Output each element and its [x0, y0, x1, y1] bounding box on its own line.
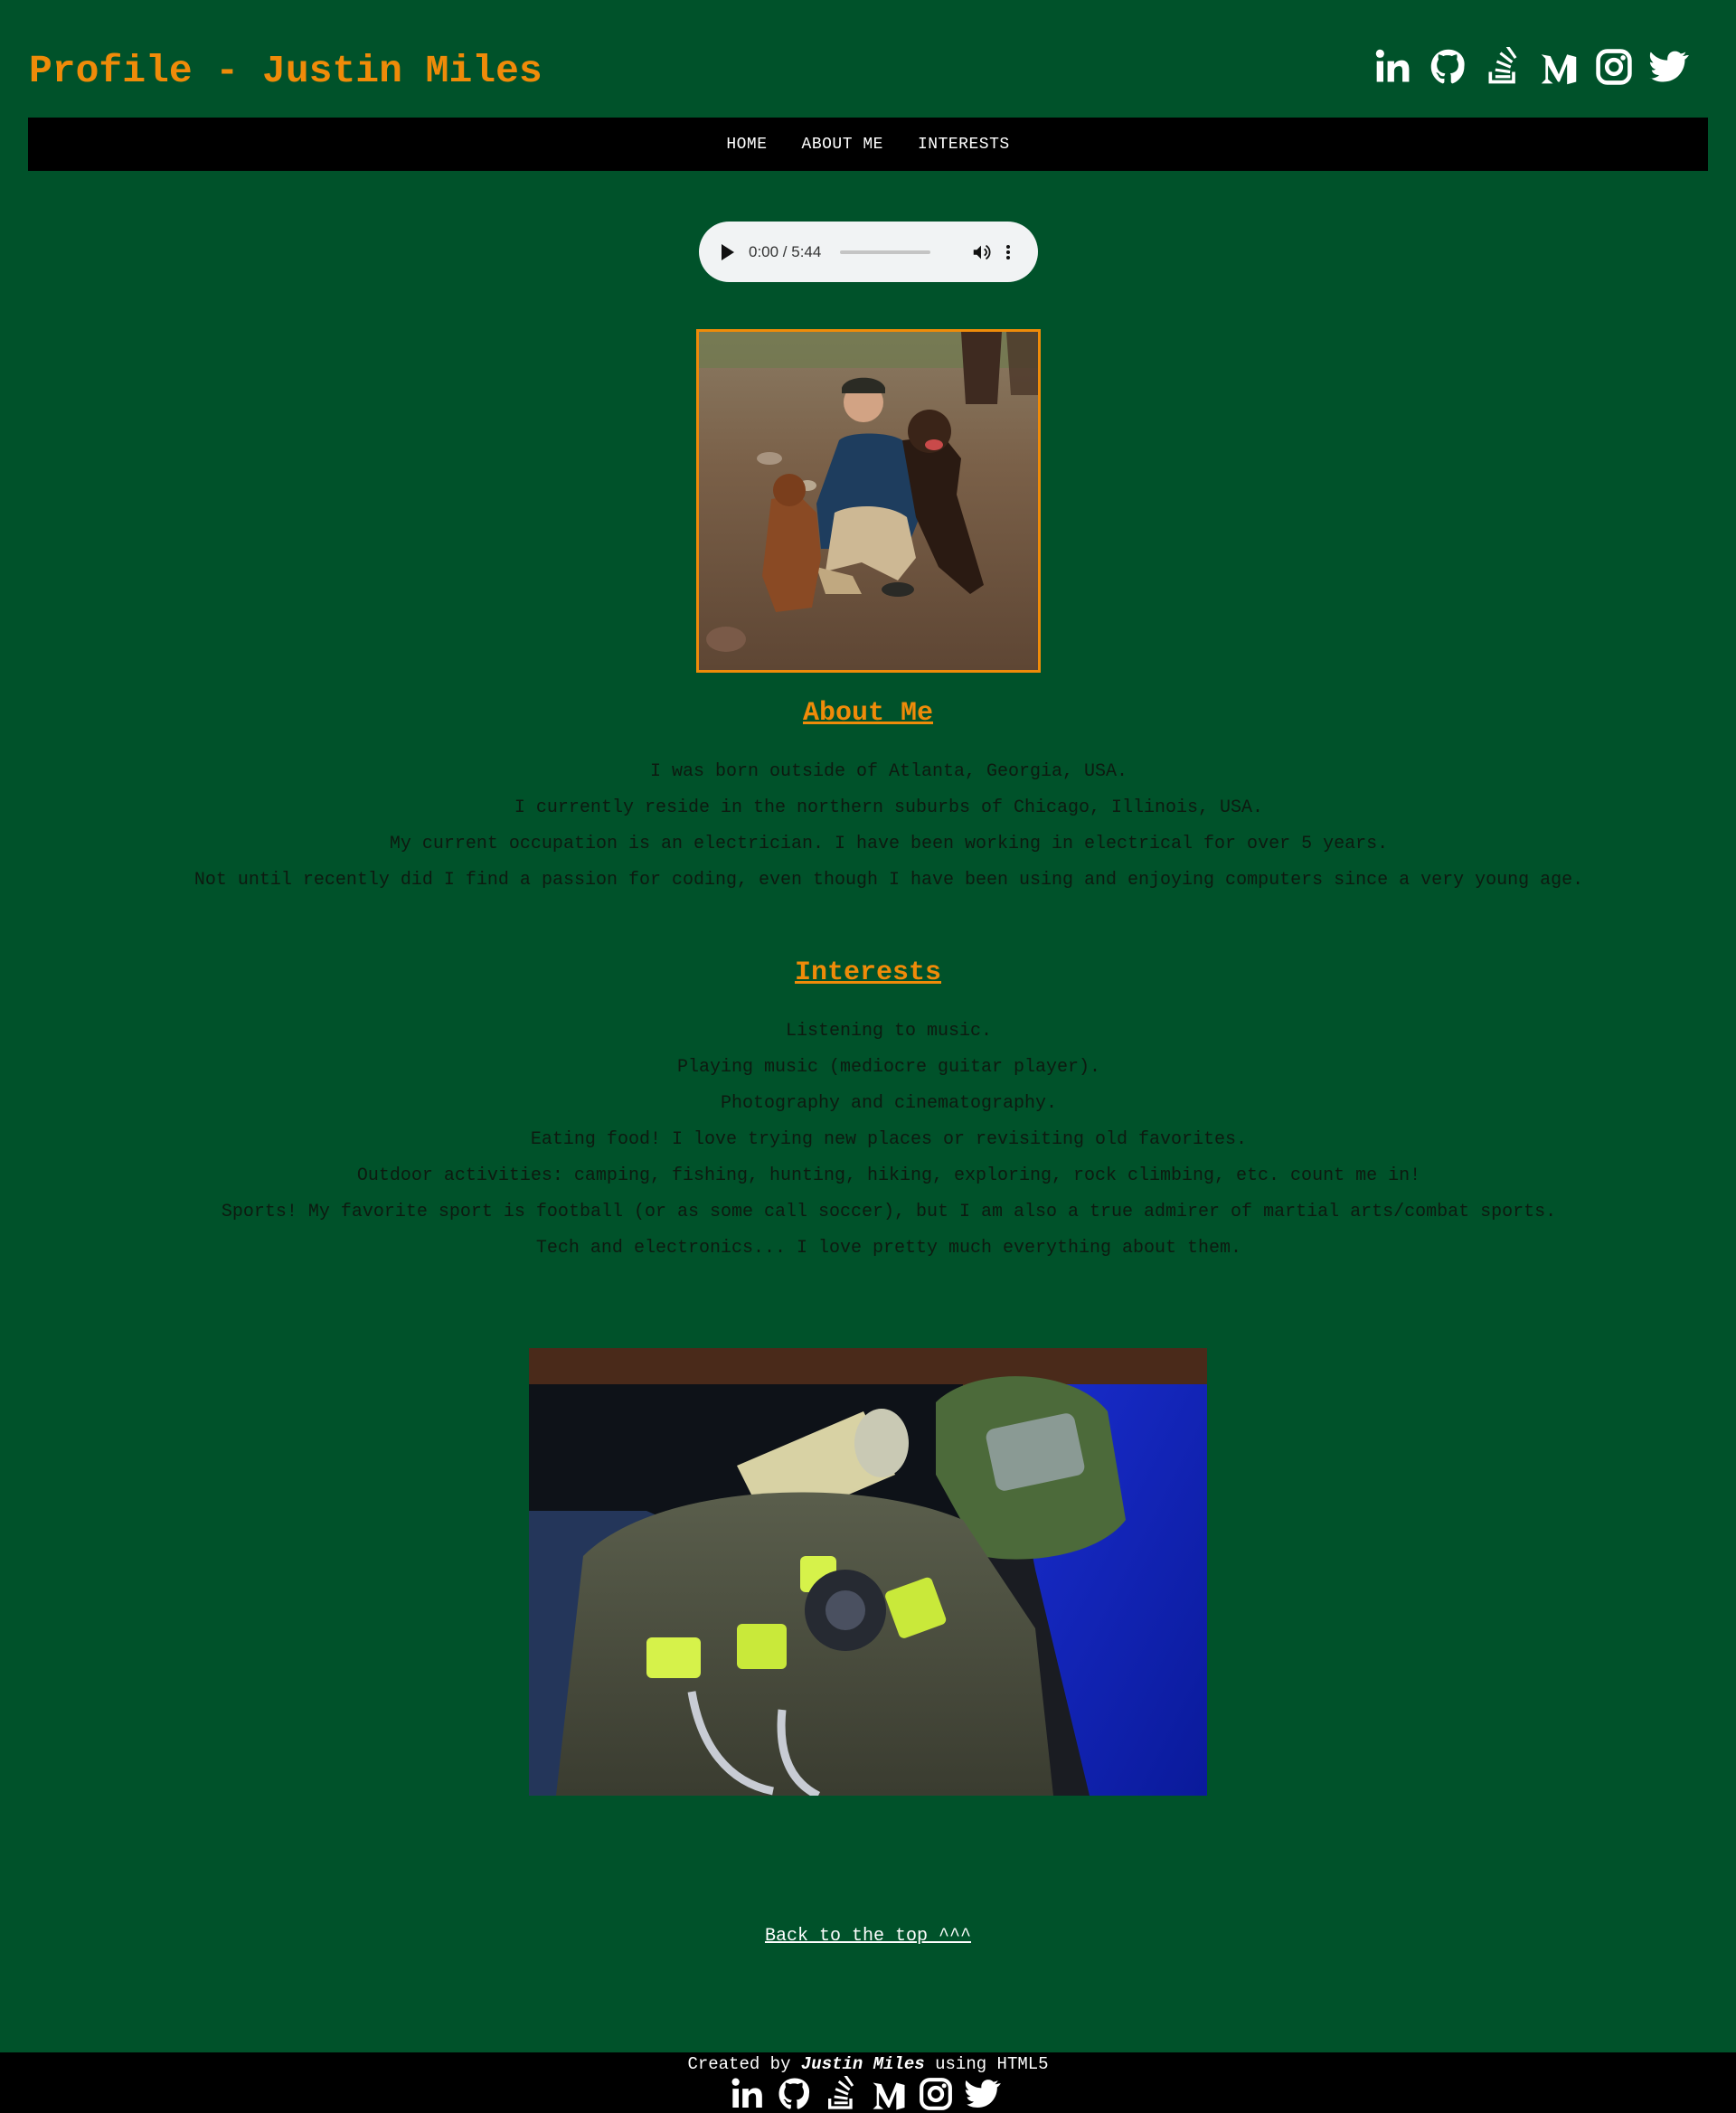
medium-icon[interactable] [870, 2076, 908, 2112]
interests-text: Listening to music. Playing music (medio… [0, 1014, 1736, 1267]
interests-heading: Interests [794, 957, 942, 988]
instagram-icon[interactable] [1593, 47, 1635, 87]
linkedin-icon[interactable] [1373, 47, 1414, 87]
volume-icon[interactable] [971, 242, 991, 262]
site-header: Profile - Justin Miles [0, 0, 1736, 118]
audio-time: 0:00 / 5:44 [749, 242, 822, 260]
github-icon[interactable] [1428, 47, 1469, 87]
medium-icon[interactable] [1538, 47, 1580, 87]
back-to-top-link[interactable]: Back to the top ^^^ [765, 1926, 971, 1947]
about-line: Not until recently did I find a passion … [193, 870, 1584, 891]
play-icon[interactable] [722, 243, 734, 260]
twitter-icon[interactable] [964, 2076, 1002, 2112]
nav-item-interests[interactable]: INTERESTS [918, 136, 1010, 154]
credit-name: Justin Miles [800, 2054, 925, 2074]
about-line: My current occupation is an electrician.… [389, 834, 1389, 854]
audio-seek-slider[interactable] [840, 250, 931, 254]
gear-photo [529, 1348, 1207, 1796]
credit-prefix: Created by [687, 2054, 791, 2074]
interest-line: Sports! My favorite sport is football (o… [221, 1202, 1557, 1222]
nav-item-about-me[interactable]: ABOUT ME [802, 136, 883, 154]
back-to-top-container: Back to the top ^^^ [0, 1922, 1736, 1951]
interest-line: Photography and cinematography. [720, 1093, 1058, 1114]
photo-camping-gear-with-beer-can-icon [529, 1348, 1207, 1796]
github-icon[interactable] [776, 2076, 814, 2112]
stack-overflow-icon[interactable] [823, 2076, 861, 2112]
interest-line: Eating food! I love trying new places or… [530, 1129, 1248, 1150]
footer-credit: Created by Justin Miles using HTML5 [0, 2054, 1736, 2074]
social-links-header [1373, 47, 1690, 87]
main-nav: HOME ABOUT ME INTERESTS [28, 118, 1708, 171]
about-line: I was born outside of Atlanta, Georgia, … [649, 761, 1128, 782]
interest-line: Tech and electronics... I love pretty mu… [535, 1238, 1242, 1259]
site-footer: Created by Justin Miles using HTML5 [0, 2052, 1736, 2113]
about-me-heading: About Me [802, 698, 934, 729]
audio-player: 0:00 / 5:44 [699, 222, 1038, 282]
nav-item-home[interactable]: HOME [726, 136, 767, 154]
more-options-icon[interactable] [1005, 244, 1011, 260]
stack-overflow-icon[interactable] [1483, 47, 1524, 87]
twitter-icon[interactable] [1648, 47, 1690, 87]
interest-line: Outdoor activities: camping, fishing, hu… [356, 1165, 1421, 1186]
linkedin-icon[interactable] [729, 2076, 767, 2112]
credit-suffix: using HTML5 [935, 2054, 1049, 2074]
profile-photo [696, 329, 1041, 673]
interest-line: Listening to music. [785, 1021, 993, 1042]
about-line: I currently reside in the northern subur… [514, 797, 1264, 818]
photo-man-with-two-dogs-icon [699, 332, 1038, 670]
instagram-icon[interactable] [917, 2076, 955, 2112]
about-me-text: I was born outside of Atlanta, Georgia, … [0, 754, 1736, 899]
social-links-footer [729, 2076, 1002, 2112]
page-title: Profile - Justin Miles [29, 49, 542, 93]
interest-line: Playing music (mediocre guitar player). [676, 1057, 1101, 1078]
